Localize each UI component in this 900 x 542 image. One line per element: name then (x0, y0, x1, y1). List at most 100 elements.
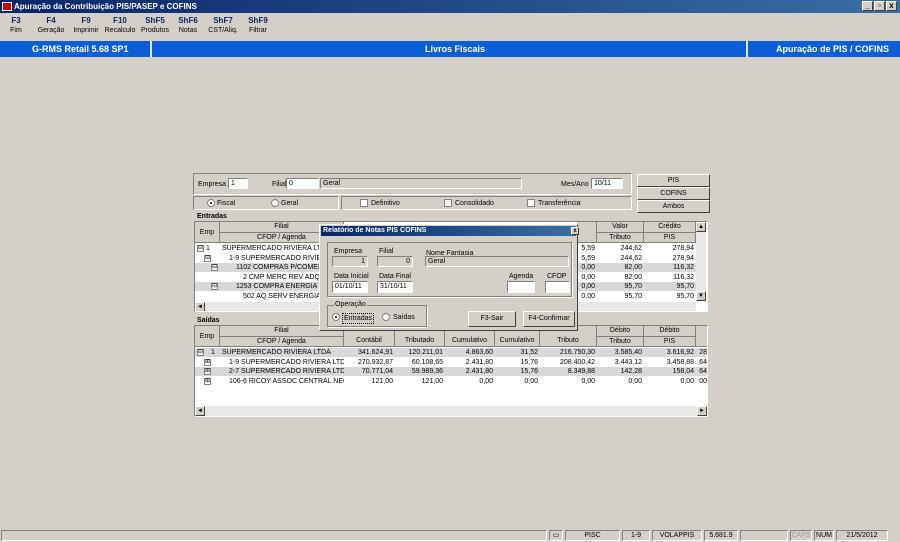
row-cum: 2.431,80 (465, 368, 493, 375)
table-row[interactable]: ⊞ 2-7 SUPERMERCADO RIVIERA LTDA FILIAL 70.… (195, 367, 707, 376)
row-pis: 0,00 (680, 377, 694, 385)
dialog-title: Relatório de Notas PIS COFINS (323, 227, 427, 234)
operacao-label: Operação (334, 300, 367, 309)
scroll-left-arrow[interactable]: ◄ (195, 406, 205, 416)
col-pis-header[interactable]: PIS (644, 233, 696, 243)
col-credito-header[interactable]: Crédito (644, 222, 696, 233)
data-final-input[interactable]: 31/10/11 (377, 281, 413, 293)
toolbar-recalculo-button[interactable]: F10 Recalculo (104, 16, 136, 36)
header-separator (150, 41, 152, 57)
key-label: ShF5 (145, 16, 165, 25)
data-inicial-input[interactable]: 01/10/11 (332, 281, 368, 293)
consolidado-checkbox[interactable] (444, 199, 452, 207)
cfop-input[interactable] (545, 281, 570, 293)
table-row[interactable]: ⊞ 1-9 SUPERMERCADO RIVIERA LTDA FILIAL 270… (195, 357, 707, 367)
row-emp (211, 377, 221, 386)
col-debito-pis-header[interactable]: Débito (644, 326, 696, 337)
app-version: G-RMS Retail 5.68 SP1 (32, 44, 129, 54)
row-deb: 3.443,12 (614, 358, 642, 366)
col-emp-header[interactable]: Emp (195, 326, 220, 347)
table-row[interactable]: ⊞ 106-6 RICOY ASSOC CENTRAL NEGOCIOS 121,0… (195, 376, 707, 386)
col-valor-header[interactable]: Valor (597, 222, 644, 233)
toolbar-cst-aliq-button[interactable]: ShF7 CST/Aliq. (206, 16, 240, 36)
filial-label: Filial (272, 181, 287, 188)
col-tributo-header[interactable]: Tributo (597, 233, 644, 243)
fiscal-radio[interactable] (207, 199, 215, 207)
col-partial-header[interactable] (577, 222, 597, 243)
dialog-close-button[interactable]: x (571, 227, 579, 235)
col-extra-header[interactable] (696, 326, 707, 347)
cofins-button[interactable]: COFINS (637, 187, 710, 200)
row-emp: 1 (211, 349, 215, 356)
mesano-input[interactable]: 10/11 (591, 178, 623, 189)
status-date: 21/5/2012 (836, 530, 888, 541)
restore-button[interactable]: ▫ (874, 1, 885, 11)
col-debito-header[interactable]: Débito (597, 326, 644, 337)
app-icon (2, 2, 12, 11)
window-title: Apuração da Contribuição PIS/PASEP e COF… (14, 2, 197, 11)
row-deb: 0,00 (628, 377, 642, 385)
minimize-button[interactable]: _ (862, 1, 873, 11)
row-credito-pis: 116,32 (673, 264, 694, 271)
toolbar-notas-button[interactable]: ShF6 Notas (175, 16, 201, 36)
mesano-label: Mes/Ano (561, 181, 589, 188)
row-tributo: 208.400,42 (559, 358, 595, 366)
action-label: Filtrar (249, 27, 267, 34)
expand-toggle-icon[interactable]: ⊞ (204, 368, 211, 375)
row-partial-value: 5,59 (581, 245, 595, 252)
scroll-up-arrow[interactable]: ▲ (696, 222, 706, 232)
action-label: Recalculo (104, 27, 136, 34)
expand-toggle-icon[interactable]: ⊟ (197, 349, 204, 356)
data-inicial-label: Data Inicial (334, 273, 369, 280)
row-tributo: 0,00 (581, 377, 595, 385)
row-credito-pis: 278,94 (672, 245, 694, 252)
toolbar-produtos-button[interactable]: ShF5 Produtos (139, 16, 171, 36)
entradas-radio[interactable] (332, 313, 340, 321)
ambos-button[interactable]: Ambos (637, 200, 710, 213)
row-cum2: 0,00 (524, 377, 538, 385)
row-pis: 158,04 (672, 368, 694, 375)
definitivo-checkbox[interactable] (360, 199, 368, 207)
saidas-radio-label: Saídas (393, 314, 415, 321)
col-pis-header[interactable]: PIS (644, 337, 696, 347)
col-cfop-header[interactable]: CFOP / Agenda (220, 337, 344, 347)
saidas-horizontal-scrollbar[interactable]: ◄ ► (195, 406, 707, 416)
expand-toggle-icon[interactable]: ⊟ (197, 245, 204, 252)
scroll-right-arrow[interactable]: ► (697, 406, 707, 416)
toolbar-filtrar-button[interactable]: ShF9 Filtrar (244, 16, 272, 36)
row-cum: 4.863,60 (465, 349, 493, 356)
row-cum2: 31,52 (520, 349, 538, 356)
window-title-bar: Apuração da Contribuição PIS/PASEP e COF… (0, 0, 900, 13)
table-row[interactable]: ⊟ 1 SUPERMERCADO RIVIERA LTDA 341.624,91 120… (195, 348, 707, 357)
row-partial-value: 0,00 (581, 292, 595, 300)
toolbar-fim-button[interactable]: F3 Fim (4, 16, 28, 36)
expand-toggle-icon[interactable]: ⊞ (204, 358, 211, 366)
row-cum2: 15,76 (520, 368, 538, 375)
filial-input[interactable]: 0 (286, 178, 319, 189)
transferencia-checkbox[interactable] (527, 199, 535, 207)
row-contabil: 70.771,04 (361, 368, 393, 375)
row-cum2: 15,76 (520, 358, 538, 366)
saidas-radio[interactable] (382, 313, 390, 321)
close-button[interactable]: x (886, 1, 897, 11)
row-valor-tributo: 244,62 (620, 254, 642, 262)
pis-button[interactable]: PIS (637, 174, 710, 187)
empresa-input[interactable]: 1 (228, 178, 248, 189)
col-debito-tributo-header[interactable]: Tributo (597, 337, 644, 347)
key-label: ShF9 (248, 16, 268, 25)
toolbar-imprimir-button[interactable]: F9 Imprimir (71, 16, 101, 36)
toolbar-geracao-button[interactable]: F4 Geração (36, 16, 66, 36)
confirmar-button[interactable]: F4-Confirmar (523, 311, 575, 327)
scroll-down-arrow[interactable]: ▼ (696, 291, 706, 301)
agenda-input[interactable] (507, 281, 535, 293)
entradas-vertical-scrollbar[interactable]: ▲ ▼ (696, 222, 706, 301)
sair-button[interactable]: F3-Sair (468, 311, 516, 327)
col-emp-header[interactable]: Emp (195, 222, 220, 243)
expand-toggle-icon[interactable]: ⊞ (204, 377, 211, 385)
geral-radio[interactable] (271, 199, 279, 207)
row-emp (211, 358, 221, 367)
entradas-section-title: Entradas (197, 213, 227, 220)
scroll-left-arrow[interactable]: ◄ (195, 302, 205, 311)
relatorio-notas-dialog: Relatório de Notas PIS COFINS x Empresa … (319, 224, 579, 331)
row-trib: 59.989,36 (411, 368, 443, 375)
